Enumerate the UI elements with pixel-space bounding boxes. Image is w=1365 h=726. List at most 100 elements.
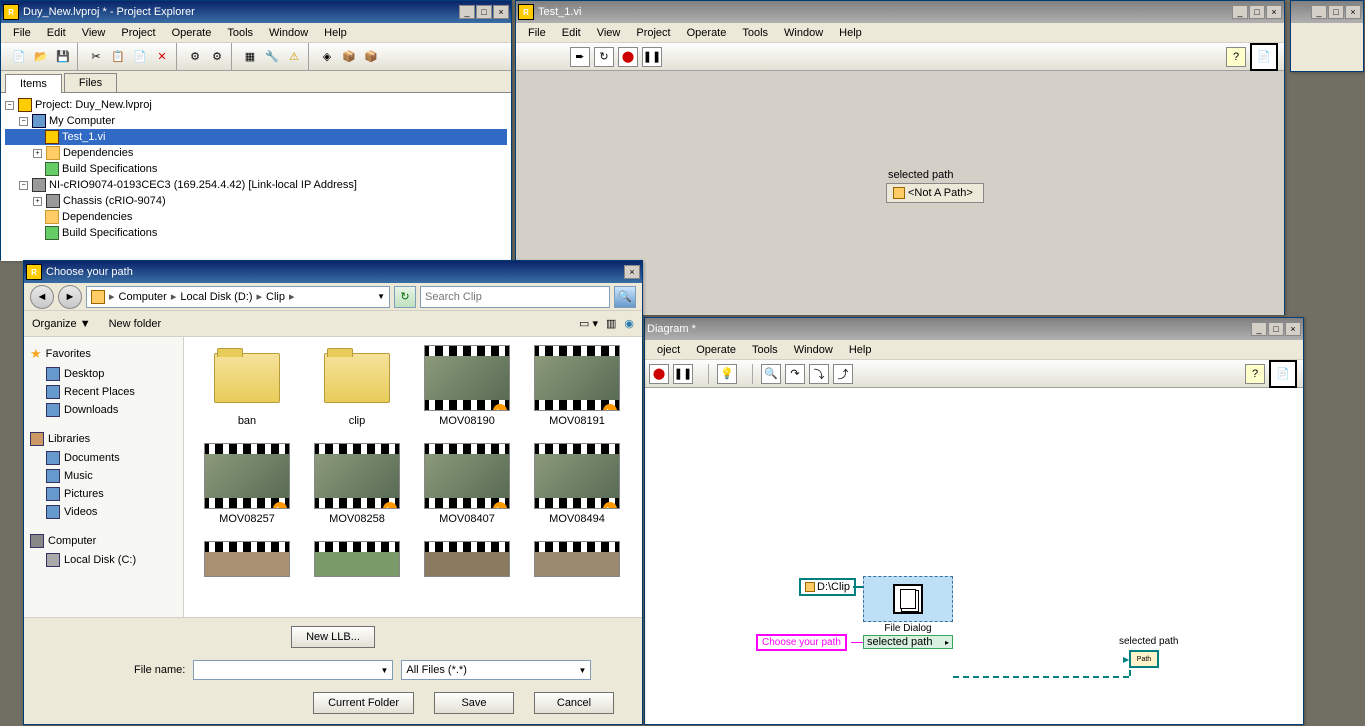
file-grid[interactable]: banclip▶MOV08190▶MOV08191▶MOV08257▶MOV08… — [184, 337, 642, 617]
menu-tools[interactable]: Tools — [744, 342, 786, 358]
tool-button[interactable]: ⚙ — [185, 47, 205, 67]
filename-combo[interactable]: ▼ — [193, 660, 393, 680]
sidebar-pictures[interactable]: Pictures — [28, 485, 179, 503]
breadcrumb-sep[interactable]: ▸ — [289, 290, 295, 303]
tree-chassis[interactable]: Chassis (cRIO-9074) — [63, 195, 166, 207]
file-item[interactable]: ▶MOV08257 — [192, 443, 302, 541]
menu-file[interactable]: File — [520, 25, 554, 41]
breadcrumb-disk[interactable]: Local Disk (D:) — [180, 291, 252, 303]
minimize-button[interactable]: _ — [1232, 5, 1248, 19]
open-button[interactable]: 📂 — [31, 47, 51, 67]
tree-root[interactable]: Project: Duy_New.lvproj — [35, 99, 152, 111]
menu-help[interactable]: Help — [831, 25, 870, 41]
menu-tools[interactable]: Tools — [734, 25, 776, 41]
pause-button[interactable]: ❚❚ — [642, 47, 662, 67]
expand-button[interactable]: − — [19, 117, 28, 126]
tree-deps2[interactable]: Dependencies — [62, 211, 132, 223]
tool-button[interactable]: 📦 — [361, 47, 381, 67]
expand-button[interactable]: + — [33, 149, 42, 158]
file-item[interactable] — [302, 541, 412, 581]
expand-button[interactable]: + — [33, 197, 42, 206]
maximize-button[interactable]: □ — [1268, 322, 1284, 336]
close-button[interactable]: × — [493, 5, 509, 19]
maximize-button[interactable]: □ — [476, 5, 492, 19]
breadcrumb-computer[interactable]: Computer — [119, 291, 167, 303]
file-item[interactable]: ban — [192, 345, 302, 443]
cut-button[interactable]: ✂ — [86, 47, 106, 67]
search-input[interactable] — [420, 286, 610, 308]
tree-my-computer[interactable]: My Computer — [49, 115, 115, 127]
current-folder-button[interactable]: Current Folder — [313, 692, 414, 714]
chevron-down-icon[interactable]: ▼ — [377, 292, 385, 301]
titlebar[interactable]: R Test_1.vi _ □ × — [516, 1, 1284, 23]
menu-view[interactable]: View — [589, 25, 629, 41]
menu-tools[interactable]: Tools — [219, 25, 261, 41]
help-icon[interactable]: ◉ — [624, 317, 634, 330]
minimize-button[interactable]: _ — [459, 5, 475, 19]
tree-test1[interactable]: Test_1.vi — [62, 131, 105, 143]
tool-button[interactable]: ◈ — [317, 47, 337, 67]
sidebar[interactable]: ★Favorites Desktop Recent Places Downloa… — [24, 337, 184, 617]
run-cont-button[interactable]: ↻ — [594, 47, 614, 67]
breadcrumb-sep[interactable]: ▸ — [171, 290, 177, 303]
menu-edit[interactable]: Edit — [554, 25, 589, 41]
string-constant[interactable]: Choose your path — [756, 634, 847, 651]
abort-button[interactable]: ⬤ — [649, 364, 669, 384]
preview-button[interactable]: ▥ — [606, 317, 616, 330]
file-item[interactable]: ▶MOV08191 — [522, 345, 632, 443]
menu-file[interactable]: File — [5, 25, 39, 41]
sidebar-documents[interactable]: Documents — [28, 449, 179, 467]
sidebar-music[interactable]: Music — [28, 467, 179, 485]
menu-edit[interactable]: Edit — [39, 25, 74, 41]
new-folder-button[interactable]: New folder — [109, 318, 162, 330]
organize-button[interactable]: Organize ▼ — [32, 318, 91, 330]
help-button[interactable]: ? — [1226, 47, 1246, 67]
step-button[interactable]: ⤵ — [809, 364, 829, 384]
step-button[interactable]: ↷ — [785, 364, 805, 384]
breadcrumb-sep[interactable]: ▸ — [109, 290, 115, 303]
file-item[interactable] — [192, 541, 302, 581]
close-button[interactable]: × — [1266, 5, 1282, 19]
file-item[interactable] — [412, 541, 522, 581]
tool-button[interactable]: ⚙ — [207, 47, 227, 67]
warn-button[interactable]: ⚠ — [284, 47, 304, 67]
libraries-header[interactable]: Libraries — [28, 429, 179, 449]
sidebar-downloads[interactable]: Downloads — [28, 401, 179, 419]
tool-button[interactable]: ▦ — [240, 47, 260, 67]
view-button[interactable]: ▭ ▾ — [579, 317, 598, 330]
sidebar-videos[interactable]: Videos — [28, 503, 179, 521]
minimize-button[interactable]: _ — [1251, 322, 1267, 336]
forward-button[interactable]: ► — [58, 285, 82, 309]
menu-project[interactable]: oject — [649, 342, 688, 358]
expand-button[interactable]: − — [19, 181, 28, 190]
close-button[interactable]: × — [1285, 322, 1301, 336]
tab-items[interactable]: Items — [5, 74, 62, 93]
file-item[interactable] — [522, 541, 632, 581]
save-button[interactable]: Save — [434, 692, 514, 714]
menu-view[interactable]: View — [74, 25, 114, 41]
block-diagram[interactable]: D:\Clip Choose your path File Dialog sel… — [645, 388, 1303, 724]
abort-button[interactable]: ⬤ — [618, 47, 638, 67]
favorites-header[interactable]: ★Favorites — [28, 343, 179, 365]
filter-combo[interactable]: All Files (*.*)▼ — [401, 660, 591, 680]
path-indicator-terminal[interactable]: Path — [1129, 650, 1159, 668]
maximize-button[interactable]: □ — [1328, 5, 1344, 19]
close-button[interactable]: × — [1345, 5, 1361, 19]
menu-window[interactable]: Window — [261, 25, 316, 41]
file-item[interactable]: ▶MOV08407 — [412, 443, 522, 541]
file-item[interactable]: ▶MOV08258 — [302, 443, 412, 541]
titlebar[interactable]: R Choose your path × — [24, 261, 642, 283]
new-button[interactable]: 📄 — [9, 47, 29, 67]
titlebar[interactable]: R Duy_New.lvproj * - Project Explorer _ … — [1, 1, 511, 23]
close-button[interactable]: × — [624, 265, 640, 279]
tree-crio[interactable]: NI-cRIO9074-0193CEC3 (169.254.4.42) [Lin… — [49, 179, 357, 191]
refresh-button[interactable]: ↻ — [394, 286, 416, 308]
breadcrumb-folder[interactable]: Clip — [266, 291, 285, 303]
vi-icon-pane[interactable]: 📄 — [1269, 360, 1297, 388]
pause-button[interactable]: ❚❚ — [673, 364, 693, 384]
minimize-button[interactable]: _ — [1311, 5, 1327, 19]
tree-builds[interactable]: Build Specifications — [62, 163, 157, 175]
tool-button[interactable]: 📦 — [339, 47, 359, 67]
tool-button[interactable]: 🔧 — [262, 47, 282, 67]
address-bar[interactable]: ▸ Computer ▸ Local Disk (D:) ▸ Clip ▸ ▼ — [86, 286, 390, 308]
